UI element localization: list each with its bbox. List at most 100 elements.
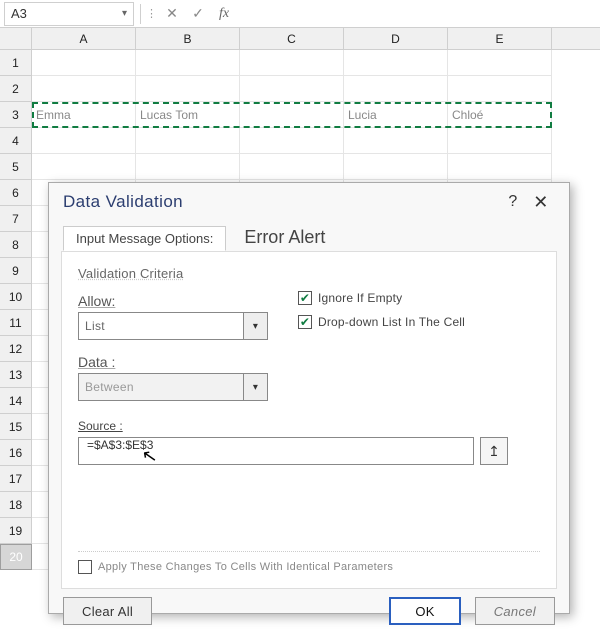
clear-all-button[interactable]: Clear All (63, 597, 152, 625)
col-header-E[interactable]: E (448, 28, 552, 49)
cell[interactable] (448, 76, 552, 102)
checkbox-checked-icon: ✔ (298, 315, 312, 329)
cell[interactable] (136, 50, 240, 76)
apply-changes-label: Apply These Changes To Cells With Identi… (98, 561, 393, 573)
cancel-entry-icon[interactable]: ✕ (159, 3, 185, 25)
col-header-B[interactable]: B (136, 28, 240, 49)
cell-D3[interactable]: Lucia (344, 102, 448, 128)
chevron-down-icon[interactable]: ▾ (243, 313, 267, 339)
cell[interactable] (136, 154, 240, 180)
row-header-18[interactable]: 18 (0, 492, 32, 518)
cell[interactable] (32, 50, 136, 76)
confirm-entry-icon[interactable]: ✓ (185, 3, 211, 25)
cell[interactable] (448, 128, 552, 154)
dialog-tabs: Input Message Options: Error Alert (49, 221, 569, 251)
ok-button[interactable]: OK (389, 597, 460, 625)
row-header-3[interactable]: 3 (0, 102, 32, 128)
dropdown-in-cell-checkbox[interactable]: ✔ Drop-down List In The Cell (298, 315, 465, 329)
row-header-12[interactable]: 12 (0, 336, 32, 362)
cancel-button[interactable]: Cancel (475, 597, 555, 625)
divider (140, 4, 141, 24)
row-header-15[interactable]: 15 (0, 414, 32, 440)
row-header-5[interactable]: 5 (0, 154, 32, 180)
data-label: Data : (78, 354, 278, 370)
cell[interactable] (344, 76, 448, 102)
row-header-8[interactable]: 8 (0, 232, 32, 258)
row-header-16[interactable]: 16 (0, 440, 32, 466)
cell[interactable] (32, 154, 136, 180)
data-validation-dialog: Data Validation ? ✕ Input Message Option… (48, 182, 570, 614)
row-header-4[interactable]: 4 (0, 128, 32, 154)
dialog-panel: Validation Criteria Allow: List ▾ Data :… (61, 251, 557, 589)
formula-bar: A3 ▾ ⋮ ✕ ✓ fx (0, 0, 600, 28)
row-header-13[interactable]: 13 (0, 362, 32, 388)
cell[interactable] (240, 154, 344, 180)
allow-value: List (85, 319, 105, 333)
checkbox-unchecked-icon[interactable]: ✔ (78, 560, 92, 574)
row-header-7[interactable]: 7 (0, 206, 32, 232)
cell[interactable] (32, 76, 136, 102)
row-header-11[interactable]: 11 (0, 310, 32, 336)
dialog-button-row: Clear All OK Cancel (49, 589, 569, 633)
cell[interactable] (240, 76, 344, 102)
data-value: Between (85, 380, 134, 394)
tab-error-alert[interactable]: Error Alert (232, 223, 337, 251)
cell-value: Lucas (140, 108, 172, 122)
vertical-dots-icon[interactable]: ⋮ (143, 7, 159, 20)
cell-A3[interactable]: Emma (32, 102, 136, 128)
cell[interactable] (448, 50, 552, 76)
tab-settings[interactable]: Input Message Options: (63, 226, 226, 251)
cell[interactable] (344, 128, 448, 154)
name-box-dropdown-icon[interactable]: ▾ (122, 8, 127, 19)
cell-C3[interactable] (240, 102, 344, 128)
formula-input[interactable] (237, 3, 600, 25)
col-header-A[interactable]: A (32, 28, 136, 49)
row-header-1[interactable]: 1 (0, 50, 32, 76)
cell[interactable] (136, 76, 240, 102)
row-2: 2 (0, 76, 600, 102)
row-header-2[interactable]: 2 (0, 76, 32, 102)
row-4: 4 (0, 128, 600, 154)
col-header-C[interactable]: C (240, 28, 344, 49)
row-header-9[interactable]: 9 (0, 258, 32, 284)
allow-select[interactable]: List ▾ (78, 312, 268, 340)
row-1: 1 (0, 50, 600, 76)
row-header-6[interactable]: 6 (0, 180, 32, 206)
cell-value: Tom (175, 108, 198, 122)
row-header-20[interactable]: 20 (0, 544, 32, 570)
row-header-10[interactable]: 10 (0, 284, 32, 310)
checkbox-checked-icon: ✔ (298, 291, 312, 305)
cell-E3[interactable]: Chloé (448, 102, 552, 128)
column-headers: A B C D E (0, 28, 600, 50)
dialog-title-text: Data Validation (63, 192, 183, 212)
fx-icon[interactable]: fx (211, 3, 237, 25)
cell[interactable] (448, 154, 552, 180)
row-header-19[interactable]: 19 (0, 518, 32, 544)
ignore-empty-checkbox[interactable]: ✔ Ignore If Empty (298, 291, 465, 305)
data-select: Between ▾ (78, 373, 268, 401)
cell[interactable] (240, 50, 344, 76)
row-header-17[interactable]: 17 (0, 466, 32, 492)
row-header-14[interactable]: 14 (0, 388, 32, 414)
col-header-D[interactable]: D (344, 28, 448, 49)
validation-criteria-label: Validation Criteria (78, 266, 540, 281)
cell[interactable] (32, 128, 136, 154)
checkbox-label: Ignore If Empty (318, 291, 402, 305)
range-picker-icon[interactable]: ↥ (480, 437, 508, 465)
allow-label: Allow: (78, 293, 278, 309)
dialog-titlebar[interactable]: Data Validation ? ✕ (49, 183, 569, 221)
cell-B3[interactable]: Lucas Tom (136, 102, 240, 128)
checkbox-label: Drop-down List In The Cell (318, 315, 465, 329)
name-box-value: A3 (11, 6, 27, 21)
row-3: 3 Emma Lucas Tom Lucia Chloé (0, 102, 600, 128)
cell[interactable] (344, 50, 448, 76)
help-icon[interactable]: ? (499, 193, 527, 211)
name-box[interactable]: A3 ▾ (4, 2, 134, 26)
source-input[interactable]: =$A$3:$E$3 (78, 437, 474, 465)
row-5: 5 (0, 154, 600, 180)
select-all-corner[interactable] (0, 28, 32, 49)
cell[interactable] (344, 154, 448, 180)
close-icon[interactable]: ✕ (527, 192, 555, 213)
cell[interactable] (240, 128, 344, 154)
cell[interactable] (136, 128, 240, 154)
